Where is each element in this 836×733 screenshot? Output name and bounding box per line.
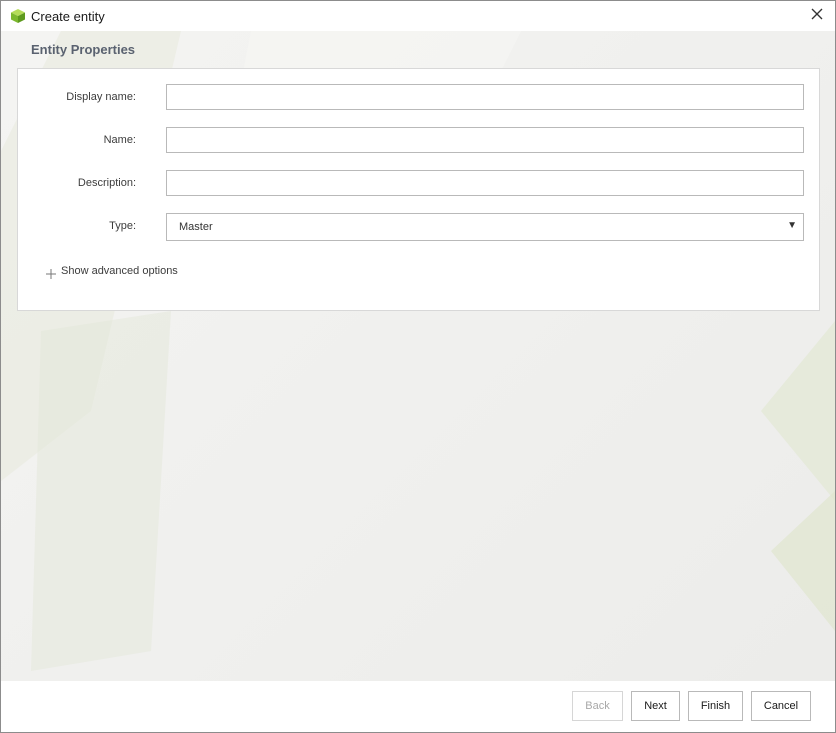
type-select-value: Master — [179, 221, 213, 233]
name-row: Name: — [18, 127, 819, 155]
name-label: Name: — [103, 134, 136, 146]
display-name-input[interactable] — [166, 84, 804, 110]
cancel-button[interactable]: Cancel — [751, 691, 811, 721]
show-advanced-options-label: Show advanced options — [61, 265, 178, 277]
dialog-content: Entity Properties Display name: Name: De… — [1, 31, 835, 681]
show-advanced-options-toggle[interactable]: Show advanced options — [46, 263, 178, 279]
name-input[interactable] — [166, 127, 804, 153]
plus-icon — [46, 266, 56, 279]
dialog-footer: Back Next Finish Cancel — [1, 681, 835, 732]
display-name-row: Display name: — [18, 84, 819, 112]
next-button[interactable]: Next — [631, 691, 680, 721]
window-title: Create entity — [31, 9, 105, 24]
type-label: Type: — [109, 220, 136, 232]
entity-cube-icon — [10, 8, 26, 24]
description-label: Description: — [77, 177, 136, 189]
display-name-label: Display name: — [66, 91, 136, 103]
dropdown-arrow-icon: ▼ — [787, 220, 797, 231]
section-title: Entity Properties — [31, 42, 136, 57]
close-button[interactable] — [805, 4, 829, 28]
back-button[interactable]: Back — [572, 691, 623, 721]
description-row: Description: — [18, 170, 819, 198]
close-icon — [811, 7, 823, 25]
title-bar[interactable]: Create entity — [1, 1, 835, 31]
create-entity-dialog: Create entity Entity Properties Display … — [0, 0, 836, 733]
description-input[interactable] — [166, 170, 804, 196]
finish-button[interactable]: Finish — [688, 691, 743, 721]
type-row: Type: Master ▼ — [18, 213, 819, 241]
entity-properties-panel: Display name: Name: Description: Type: M… — [17, 68, 820, 311]
type-select[interactable]: Master ▼ — [166, 213, 804, 241]
